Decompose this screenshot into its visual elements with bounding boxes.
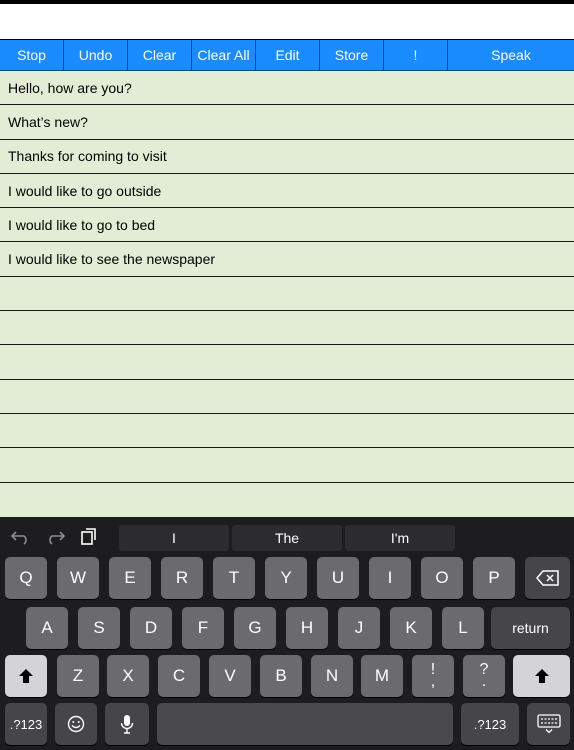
phrase-item[interactable] bbox=[0, 311, 574, 346]
keyboard-hide-icon bbox=[536, 714, 561, 734]
backspace-key[interactable] bbox=[525, 557, 570, 599]
clear-button[interactable]: Clear bbox=[128, 40, 192, 70]
phrase-item[interactable]: Hello, how are you? bbox=[0, 71, 574, 106]
paste-icon[interactable] bbox=[78, 527, 100, 545]
phrase-item[interactable] bbox=[0, 345, 574, 380]
key-r[interactable]: R bbox=[161, 557, 203, 599]
key-f[interactable]: F bbox=[182, 607, 224, 649]
key-n[interactable]: N bbox=[311, 655, 353, 697]
undo-button[interactable]: Undo bbox=[64, 40, 128, 70]
key-g[interactable]: G bbox=[234, 607, 276, 649]
suggestion-1[interactable]: I bbox=[119, 525, 229, 551]
key-period: . bbox=[481, 673, 487, 690]
keyboard-shortcut-bar: I The I'm bbox=[0, 517, 574, 555]
key-b[interactable]: B bbox=[260, 655, 302, 697]
microphone-icon bbox=[120, 715, 134, 734]
key-v[interactable]: V bbox=[209, 655, 251, 697]
key-x[interactable]: X bbox=[107, 655, 149, 697]
microphone-key[interactable] bbox=[105, 703, 149, 745]
key-j[interactable]: J bbox=[338, 607, 380, 649]
key-comma: , bbox=[430, 673, 436, 690]
shift-key-right[interactable] bbox=[513, 655, 570, 697]
phrase-list: Hello, how are you? What’s new? Thanks f… bbox=[0, 71, 574, 517]
key-o[interactable]: O bbox=[421, 557, 463, 599]
key-m[interactable]: M bbox=[361, 655, 403, 697]
stop-button[interactable]: Stop bbox=[0, 40, 64, 70]
store-button[interactable]: Store bbox=[320, 40, 384, 70]
phrase-item[interactable] bbox=[0, 414, 574, 449]
backspace-icon bbox=[535, 570, 559, 586]
phrase-item[interactable] bbox=[0, 380, 574, 414]
key-c[interactable]: C bbox=[158, 655, 200, 697]
phrase-item[interactable] bbox=[0, 277, 574, 312]
key-e[interactable]: E bbox=[109, 557, 151, 599]
toolbar: Stop Undo Clear Clear All Edit Store ! S… bbox=[0, 40, 574, 71]
speech-text-field[interactable] bbox=[0, 4, 574, 40]
suggestion-2[interactable]: The bbox=[232, 525, 342, 551]
hide-keyboard-key[interactable] bbox=[527, 703, 570, 745]
clear-all-button[interactable]: Clear All bbox=[192, 40, 256, 70]
shift-key-left[interactable] bbox=[5, 655, 47, 697]
on-screen-keyboard: I The I'm Q W E R T Y U I O P A S D F G … bbox=[0, 517, 574, 750]
speak-button[interactable]: Speak bbox=[448, 40, 574, 70]
phrase-item[interactable]: I would like to see the newspaper bbox=[0, 242, 574, 277]
edit-button[interactable]: Edit bbox=[256, 40, 320, 70]
undo-icon[interactable] bbox=[10, 527, 32, 545]
key-k[interactable]: K bbox=[390, 607, 432, 649]
key-h[interactable]: H bbox=[286, 607, 328, 649]
key-s[interactable]: S bbox=[78, 607, 120, 649]
key-w[interactable]: W bbox=[57, 557, 99, 599]
key-question-period[interactable]: ?. bbox=[463, 655, 505, 697]
numbers-key-left[interactable]: .?123 bbox=[5, 703, 47, 745]
key-p[interactable]: P bbox=[473, 557, 515, 599]
emoji-icon bbox=[67, 715, 85, 733]
phrase-item[interactable] bbox=[0, 448, 574, 483]
exclaim-button[interactable]: ! bbox=[384, 40, 448, 70]
shift-icon bbox=[534, 669, 549, 683]
phrase-item[interactable] bbox=[0, 483, 574, 517]
return-key[interactable]: return bbox=[491, 607, 570, 649]
key-i[interactable]: I bbox=[369, 557, 411, 599]
shift-icon bbox=[19, 669, 33, 683]
redo-icon[interactable] bbox=[44, 527, 66, 545]
key-y[interactable]: Y bbox=[265, 557, 307, 599]
space-key[interactable] bbox=[157, 703, 453, 745]
suggestion-3[interactable]: I'm bbox=[345, 525, 455, 551]
phrase-item[interactable]: I would like to go to bed bbox=[0, 208, 574, 243]
phrase-item[interactable]: Thanks for coming to visit bbox=[0, 140, 574, 174]
key-z[interactable]: Z bbox=[57, 655, 99, 697]
key-l[interactable]: L bbox=[442, 607, 484, 649]
key-d[interactable]: D bbox=[130, 607, 172, 649]
key-a[interactable]: A bbox=[26, 607, 68, 649]
key-q[interactable]: Q bbox=[5, 557, 47, 599]
key-exclaim-comma[interactable]: !, bbox=[412, 655, 454, 697]
numbers-key-right[interactable]: .?123 bbox=[461, 703, 519, 745]
phrase-item[interactable]: What’s new? bbox=[0, 105, 574, 140]
emoji-key[interactable] bbox=[55, 703, 97, 745]
phrase-item[interactable]: I would like to go outside bbox=[0, 174, 574, 209]
key-t[interactable]: T bbox=[213, 557, 255, 599]
key-u[interactable]: U bbox=[317, 557, 359, 599]
